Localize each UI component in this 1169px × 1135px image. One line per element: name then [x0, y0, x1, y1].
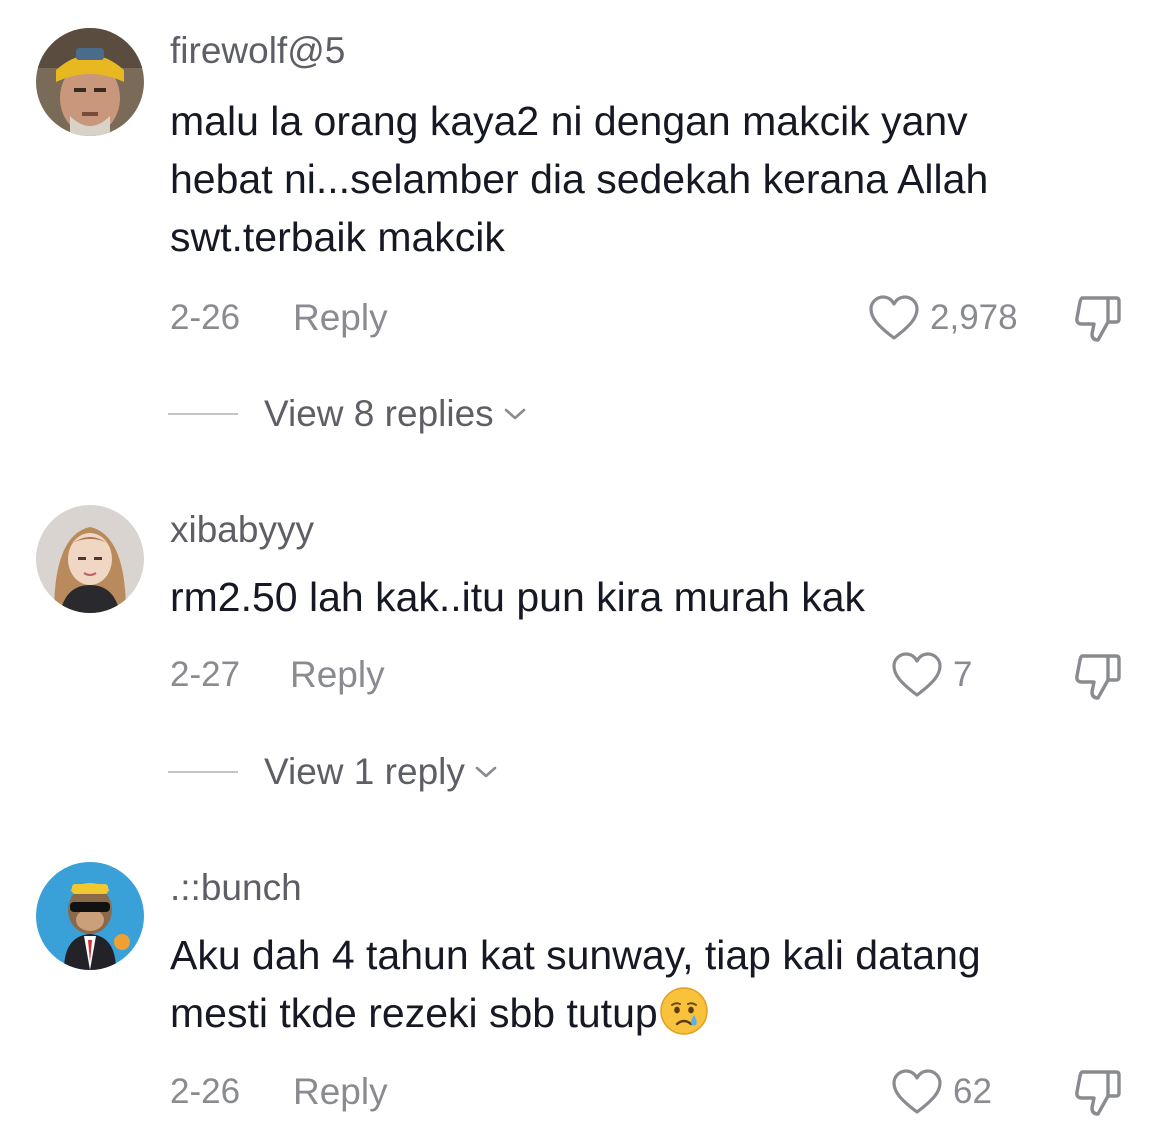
dislike-button[interactable] [1072, 650, 1124, 702]
like-count: 7 [953, 655, 973, 694]
view-replies-label: View 8 replies [264, 393, 494, 434]
avatar[interactable] [36, 28, 144, 136]
comment-username[interactable]: xibabyyy [170, 509, 314, 551]
comment-text-content: Aku dah 4 tahun kat sunway, tiap kali da… [170, 932, 981, 1036]
comment-text: malu la orang kaya2 ni dengan makcik yan… [170, 98, 989, 260]
heart-icon [892, 1069, 942, 1114]
comment-username[interactable]: firewolf@5 [170, 30, 345, 72]
view-replies-button[interactable]: View 1 reply [168, 751, 499, 793]
crying-face-emoji-icon [659, 987, 708, 1035]
avatar[interactable] [36, 862, 144, 970]
thumbs-down-icon [1075, 296, 1121, 342]
dislike-button[interactable] [1072, 292, 1124, 344]
comment-username[interactable]: .::bunch [170, 867, 302, 909]
like-button[interactable]: 62 [891, 1068, 992, 1116]
girl-selfie-avatar-icon [36, 505, 144, 613]
thumbs-down-icon [1075, 654, 1121, 700]
comment-text: rm2.50 lah kak..itu pun kira murah kak [170, 574, 866, 620]
cartoon-ape-suit-avatar-icon [36, 862, 144, 970]
avatar[interactable] [36, 505, 144, 613]
heart-icon [892, 652, 942, 697]
comment-text: Aku dah 4 tahun kat sunway, tiap kali da… [170, 926, 1130, 1042]
chevron-down-icon [504, 408, 525, 420]
like-button[interactable]: 7 [891, 651, 972, 699]
like-count: 62 [953, 1072, 992, 1111]
view-replies-button[interactable]: View 8 replies [168, 393, 528, 435]
heart-icon [869, 295, 919, 340]
comment-date: 2-26 [170, 298, 241, 337]
reply-button[interactable]: Reply [293, 1071, 388, 1113]
comment-date: 2-27 [170, 655, 241, 694]
reply-button[interactable]: Reply [293, 297, 388, 339]
like-count: 2,978 [930, 298, 1018, 337]
view-replies-label: View 1 reply [264, 751, 465, 792]
thumbs-down-icon [1075, 1070, 1121, 1116]
reply-button[interactable]: Reply [290, 654, 385, 696]
man-yellow-bandana-avatar-icon [36, 28, 144, 136]
divider-line [168, 771, 238, 773]
chevron-down-icon [475, 766, 497, 778]
divider-line [168, 413, 238, 415]
comment-date: 2-26 [170, 1072, 241, 1111]
like-button[interactable]: 2,978 [868, 294, 1018, 342]
dislike-button[interactable] [1072, 1066, 1124, 1118]
